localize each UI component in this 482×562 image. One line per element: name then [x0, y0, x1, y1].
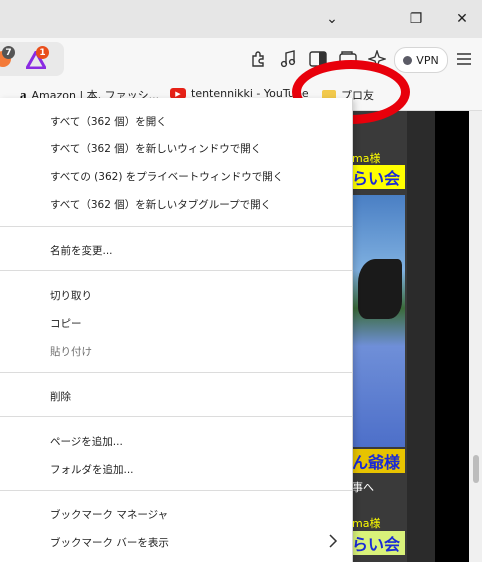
menu-rename[interactable]: 名前を変更...: [50, 243, 113, 258]
menu-delete[interactable]: 削除: [50, 389, 71, 404]
web-photo[interactable]: [352, 195, 405, 447]
photo-tree: [358, 259, 402, 319]
web-banner-1[interactable]: らい会: [352, 165, 405, 189]
menu-open-all-new-window[interactable]: すべて（362 個）を新しいウィンドウで開く: [50, 141, 261, 156]
web-text-low: ma様: [352, 517, 381, 530]
menu-open-all-tab-group[interactable]: すべて（362 個）を新しいタブグループで開く: [50, 197, 271, 212]
bookmark-folder-context-menu: すべて（362 個）を開く すべて（362 個）を新しいウィンドウで開く すべて…: [0, 98, 353, 562]
menu-open-all-private[interactable]: すべての (362) をプライベートウィンドウで開く: [50, 169, 283, 184]
menu-separator: [0, 270, 352, 271]
music-icon[interactable]: [277, 48, 299, 70]
rewards-badge: 7: [2, 46, 15, 59]
extension-area: 7 1: [0, 42, 64, 76]
scrollbar-thumb[interactable]: [473, 455, 479, 483]
menu-icon[interactable]: [453, 48, 475, 70]
chevron-right-icon: [329, 534, 338, 548]
web-text-top: ma様: [352, 152, 381, 165]
menu-add-page[interactable]: ページを追加...: [50, 434, 123, 449]
chevron-down-icon: ⌄: [326, 11, 338, 27]
minimize-button[interactable]: ⌄: [310, 0, 354, 38]
menu-open-all[interactable]: すべて（362 個）を開く: [50, 114, 167, 129]
menu-separator: [0, 226, 352, 227]
web-black-column: [435, 111, 469, 562]
web-banner-3[interactable]: らい会: [352, 531, 405, 555]
vpn-button[interactable]: VPN: [394, 47, 448, 73]
menu-paste[interactable]: 貼り付け: [50, 344, 92, 359]
vpn-label: VPN: [416, 53, 439, 67]
menu-separator: [0, 490, 352, 491]
toolbar: 7 1 VPN: [0, 38, 482, 80]
web-banner-2[interactable]: ん爺様: [352, 449, 405, 473]
title-bar: ⌄ ❐ ✕: [0, 0, 482, 38]
menu-separator: [0, 372, 352, 373]
restore-icon: ❐: [409, 11, 423, 27]
menu-show-bookmarks-bar[interactable]: ブックマーク バーを表示: [50, 535, 169, 550]
notification-badge: 1: [36, 46, 49, 59]
extensions-icon[interactable]: [247, 48, 269, 70]
web-text-mid[interactable]: 事へ: [352, 479, 374, 495]
menu-bookmark-manager[interactable]: ブックマーク マネージャ: [50, 507, 168, 522]
close-icon: ✕: [456, 11, 468, 27]
menu-copy[interactable]: コピー: [50, 316, 82, 331]
menu-add-folder[interactable]: フォルダを追加...: [50, 462, 134, 477]
menu-separator: [0, 416, 352, 417]
restore-button[interactable]: ❐: [394, 0, 438, 38]
menu-cut[interactable]: 切り取り: [50, 288, 92, 303]
vpn-status-icon: [403, 55, 413, 65]
close-button[interactable]: ✕: [440, 0, 482, 38]
scrollbar-track[interactable]: [469, 111, 482, 562]
